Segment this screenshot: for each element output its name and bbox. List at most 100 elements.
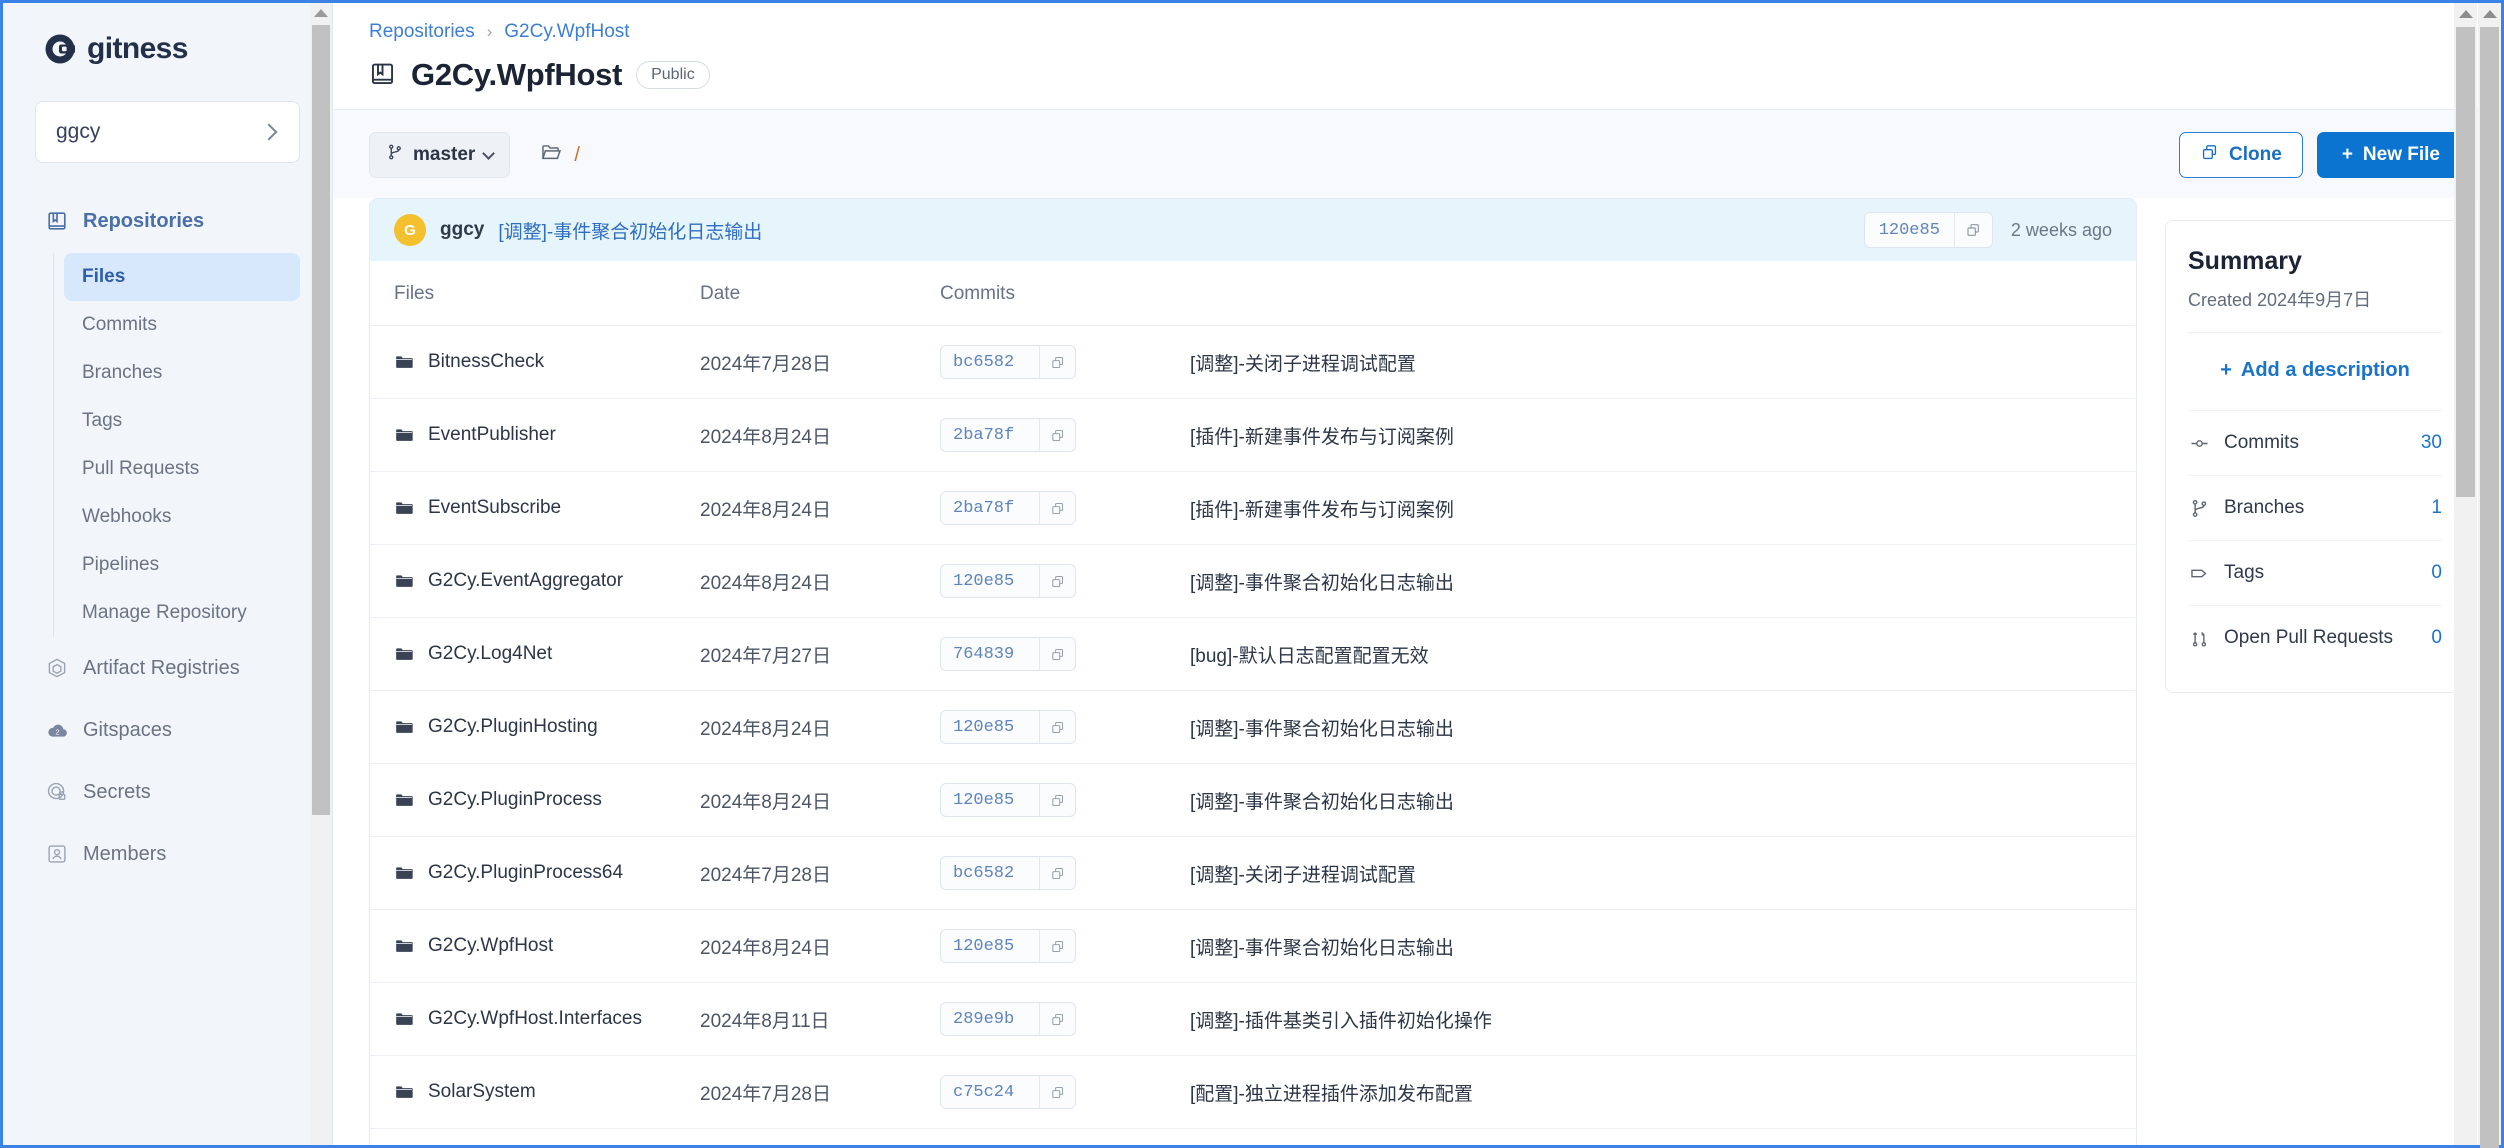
file-name[interactable]: G2Cy.EventAggregator (428, 570, 623, 592)
table-row[interactable]: G2Cy.WpfHost 2024年8月24日 120e85 [调整]-事件聚合初始化… (370, 909, 2136, 983)
latest-commit-banner: G ggcy [调整]-事件聚合初始化日志输出 120e85 2 weeks a… (370, 199, 2136, 261)
copy-icon[interactable] (1039, 930, 1075, 962)
table-row[interactable]: EventPublisher 2024年8月24日 2ba78f [插件]-新建事件发… (370, 398, 2136, 472)
file-name[interactable]: G2Cy.PluginProcess (428, 789, 602, 811)
scroll-up-arrow-icon[interactable] (2482, 10, 2497, 18)
breadcrumb-current[interactable]: G2Cy.WpfHost (504, 21, 629, 43)
sidebar-item-manage-repository[interactable]: Manage Repository (64, 589, 300, 637)
folder-icon (394, 717, 414, 737)
commit-hash-pill[interactable]: 764839 (940, 637, 1076, 671)
copy-icon[interactable] (1039, 711, 1075, 743)
table-row[interactable]: G2Cy.PluginProcess64 2024年7月28日 bc6582 [调整]… (370, 836, 2136, 910)
file-name[interactable]: G2Cy.WpfHost (428, 935, 553, 957)
breadcrumb-root[interactable]: Repositories (369, 21, 475, 43)
clone-button[interactable]: Clone (2179, 132, 2303, 178)
commit-hash: 120e85 (953, 790, 1015, 810)
copy-icon[interactable] (1039, 638, 1075, 670)
branch-selector[interactable]: master (369, 132, 511, 178)
sidebar-scrollbar[interactable] (310, 3, 332, 1145)
sidebar-scrollbar-thumb[interactable] (312, 25, 330, 815)
folder-icon (394, 936, 414, 956)
copy-icon[interactable] (1953, 213, 1992, 247)
commit-hash: 764839 (953, 644, 1015, 664)
sidebar-item-repositories[interactable]: Repositories (35, 201, 300, 241)
book-icon (45, 209, 69, 233)
sidebar-item-artifact-registries[interactable]: Artifact Registries (35, 637, 300, 699)
table-row[interactable]: SolarSystem 2024年7月28日 c75c24 [配置]-独立进程插件添加… (370, 1055, 2136, 1129)
page-scrollbar-thumb[interactable] (2480, 27, 2499, 1148)
commit-hash-pill[interactable]: 2ba78f (940, 418, 1076, 452)
branch-name: master (413, 144, 476, 165)
commit-hash-pill[interactable]: 120e85 (940, 783, 1076, 817)
table-row[interactable]: G2Cy.PluginProcess 2024年8月24日 120e85 [调整]-事… (370, 763, 2136, 837)
table-row[interactable]: UseLogService2024年7月28日bc6582[调整]-关闭子进程调… (370, 1128, 2136, 1145)
table-row[interactable]: G2Cy.PluginHosting 2024年8月24日 120e85 [调整]-事… (370, 690, 2136, 764)
copy-icon[interactable] (1039, 1076, 1075, 1108)
copy-icon[interactable] (1039, 419, 1075, 451)
file-name[interactable]: G2Cy.PluginHosting (428, 716, 598, 738)
stat-row-open-pull-requests[interactable]: Open Pull Requests 0 (2188, 605, 2442, 670)
cell-commit-hash: bc6582 (940, 325, 1190, 399)
commit-hash-pill[interactable]: 120e85 (940, 929, 1076, 963)
table-row[interactable]: G2Cy.Log4Net 2024年7月27日 764839 [bug]-默认日志配置… (370, 617, 2136, 691)
add-description-button[interactable]: + Add a description (2188, 333, 2442, 410)
file-name[interactable]: EventSubscribe (428, 497, 561, 519)
sidebar-item-branches[interactable]: Branches (64, 349, 300, 397)
cell-commit-hash: bc6582 (940, 1128, 1190, 1145)
sidebar-item-members[interactable]: Members (35, 823, 300, 885)
copy-icon[interactable] (1039, 784, 1075, 816)
file-name[interactable]: SolarSystem (428, 1081, 536, 1103)
file-date: 2024年8月24日 (700, 499, 831, 521)
file-name[interactable]: G2Cy.WpfHost.Interfaces (428, 1008, 642, 1030)
table-row[interactable]: G2Cy.WpfHost.Interfaces 2024年8月11日 289e9b [… (370, 982, 2136, 1056)
file-name[interactable]: BitnessCheck (428, 351, 544, 373)
plus-icon: + (2341, 144, 2353, 165)
commit-hash-pill[interactable]: 120e85 (940, 710, 1076, 744)
commit-hash: bc6582 (953, 352, 1015, 372)
sidebar-item-secrets[interactable]: Secrets (35, 761, 300, 823)
copy-icon[interactable] (1039, 1003, 1075, 1035)
sidebar-item-webhooks[interactable]: Webhooks (64, 493, 300, 541)
commit-author[interactable]: ggcy (440, 219, 484, 241)
stat-row-branches[interactable]: Branches 1 (2188, 475, 2442, 540)
cell-date: 2024年8月24日 (700, 471, 940, 545)
commit-hash-pill[interactable]: 120e85 (940, 564, 1076, 598)
page-scrollbar[interactable] (2478, 3, 2501, 1148)
sidebar-item-tags[interactable]: Tags (64, 397, 300, 445)
path-root[interactable]: / (574, 144, 580, 167)
file-name[interactable]: EventPublisher (428, 424, 556, 446)
sidebar-item-pull-requests[interactable]: Pull Requests (64, 445, 300, 493)
commit-hash-pill[interactable]: bc6582 (940, 856, 1076, 890)
commit-message[interactable]: [调整]-事件聚合初始化日志输出 (498, 217, 762, 244)
scroll-up-arrow-icon[interactable] (314, 9, 328, 17)
commit-hash-pill[interactable]: 289e9b (940, 1002, 1076, 1036)
inner-scrollbar-thumb[interactable] (2456, 27, 2475, 497)
brand[interactable]: gitness (35, 3, 300, 95)
scroll-up-arrow-icon[interactable] (2458, 10, 2473, 18)
inner-scrollbar[interactable] (2454, 3, 2477, 1145)
new-file-button[interactable]: + New File (2316, 132, 2465, 178)
sidebar-item-files[interactable]: Files (64, 253, 300, 301)
file-name[interactable]: G2Cy.Log4Net (428, 643, 552, 665)
cell-commit-hash: 120e85 (940, 763, 1190, 837)
space-selector[interactable]: ggcy (35, 101, 300, 163)
sidebar-item-gitspaces[interactable]: 2 Gitspaces (35, 699, 300, 761)
space-name: ggcy (56, 120, 101, 143)
cell-commit-message: [调整]-事件聚合初始化日志输出 (1190, 690, 2136, 764)
commit-hash-pill[interactable]: c75c24 (940, 1075, 1076, 1109)
commit-hash-pill[interactable]: bc6582 (940, 345, 1076, 379)
copy-icon[interactable] (1039, 565, 1075, 597)
sidebar-item-commits[interactable]: Commits (64, 301, 300, 349)
file-name[interactable]: G2Cy.PluginProcess64 (428, 862, 623, 884)
commit-hash-pill[interactable]: 120e85 (1863, 212, 1993, 248)
copy-icon[interactable] (1039, 346, 1075, 378)
table-row[interactable]: EventSubscribe 2024年8月24日 2ba78f [插件]-新建事件发… (370, 471, 2136, 545)
sidebar-item-pipelines[interactable]: Pipelines (64, 541, 300, 589)
stat-row-tags[interactable]: Tags 0 (2188, 540, 2442, 605)
commit-hash-pill[interactable]: 2ba78f (940, 491, 1076, 525)
table-row[interactable]: G2Cy.EventAggregator 2024年8月24日 120e85 [调整]… (370, 544, 2136, 618)
table-row[interactable]: BitnessCheck 2024年7月28日 bc6582 [调整]-关闭子进程调试… (370, 325, 2136, 399)
stat-row-commits[interactable]: Commits 30 (2188, 410, 2442, 475)
copy-icon[interactable] (1039, 492, 1075, 524)
copy-icon[interactable] (1039, 857, 1075, 889)
